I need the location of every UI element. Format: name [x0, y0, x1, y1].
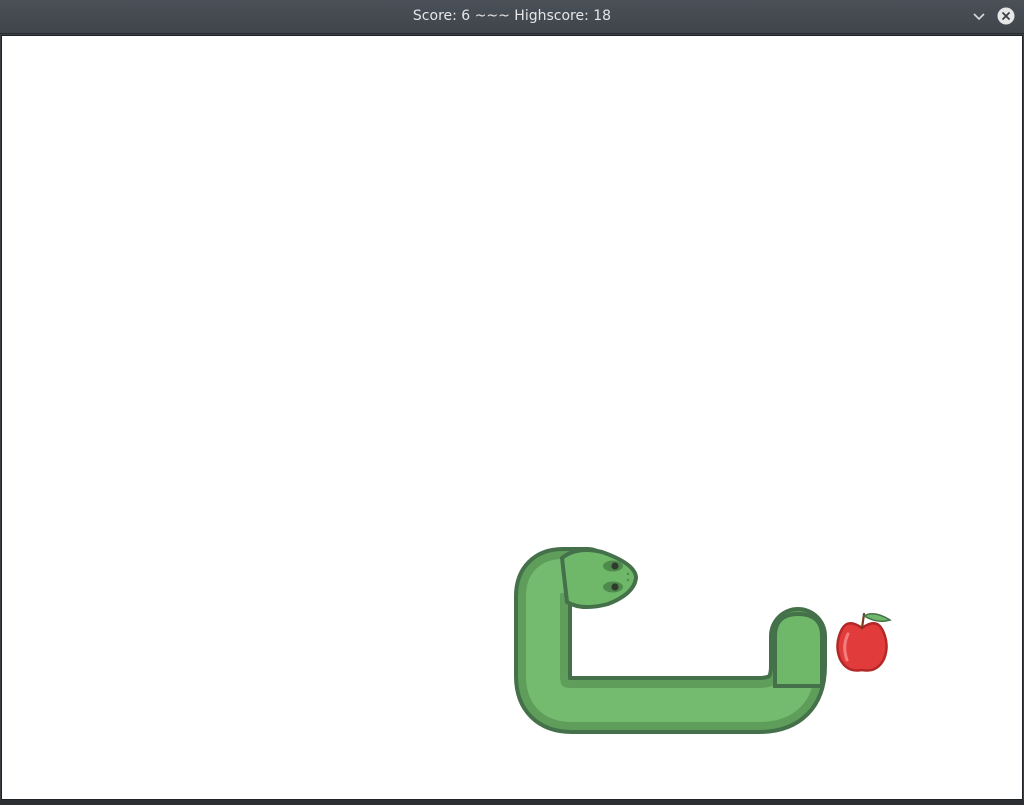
apple-leaf-icon	[862, 613, 892, 623]
chevron-down-icon	[973, 13, 985, 21]
window-title: Score: 6 ~~~ Highscore: 18	[412, 8, 612, 24]
title-bar[interactable]: Score: 6 ~~~ Highscore: 18	[0, 0, 1024, 34]
game-board	[514, 547, 892, 734]
game-window: Score: 6 ~~~ Highscore: 18	[0, 0, 1024, 805]
apple	[836, 612, 892, 672]
close-icon	[997, 7, 1015, 25]
minimize-button[interactable]	[969, 6, 989, 26]
close-button[interactable]	[996, 6, 1016, 26]
snake-tail	[773, 611, 824, 688]
snake-head	[559, 548, 639, 609]
game-canvas[interactable]	[1, 35, 1023, 800]
window-bottom-edge	[0, 800, 1024, 805]
